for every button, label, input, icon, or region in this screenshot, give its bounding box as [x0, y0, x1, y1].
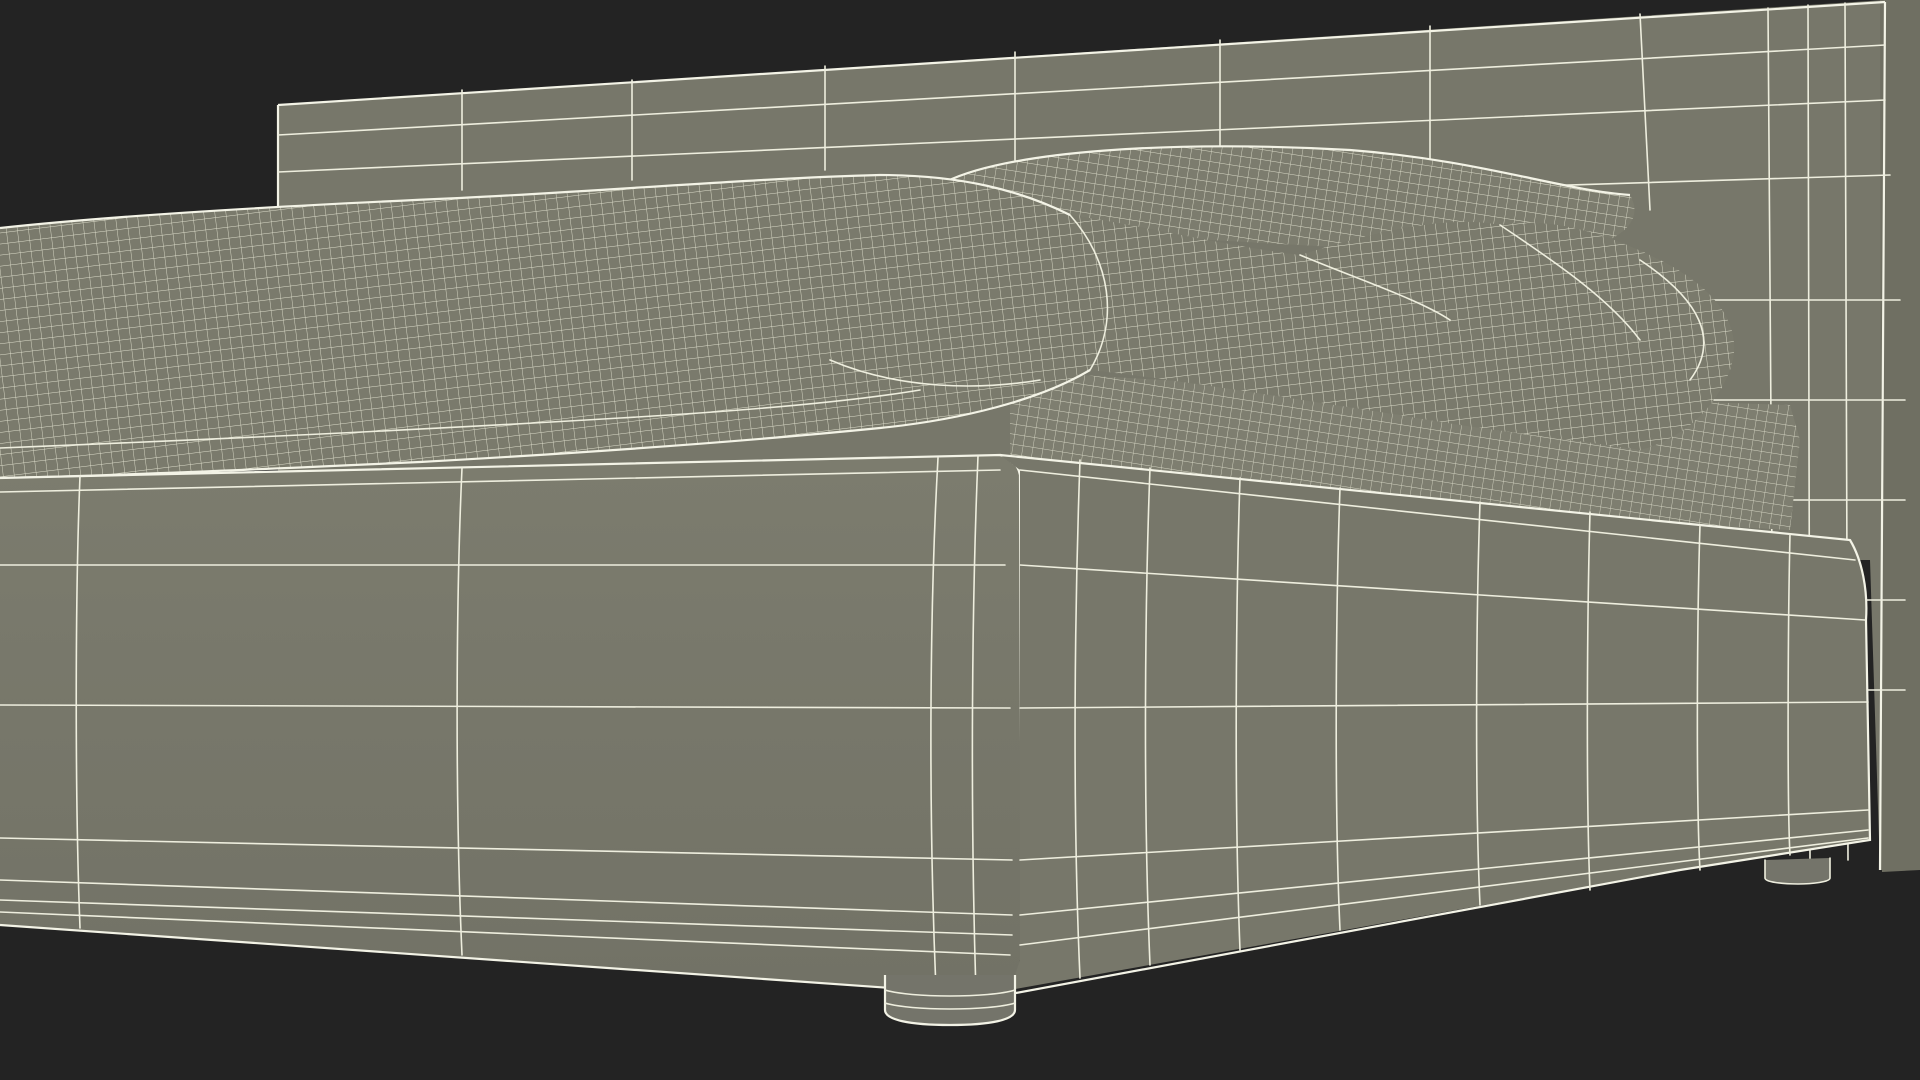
- leg-rear: [1764, 857, 1831, 885]
- bed-base-side: [0, 453, 1024, 997]
- bed-wireframe-render: [0, 0, 1920, 1080]
- leg-front: [883, 975, 1017, 1027]
